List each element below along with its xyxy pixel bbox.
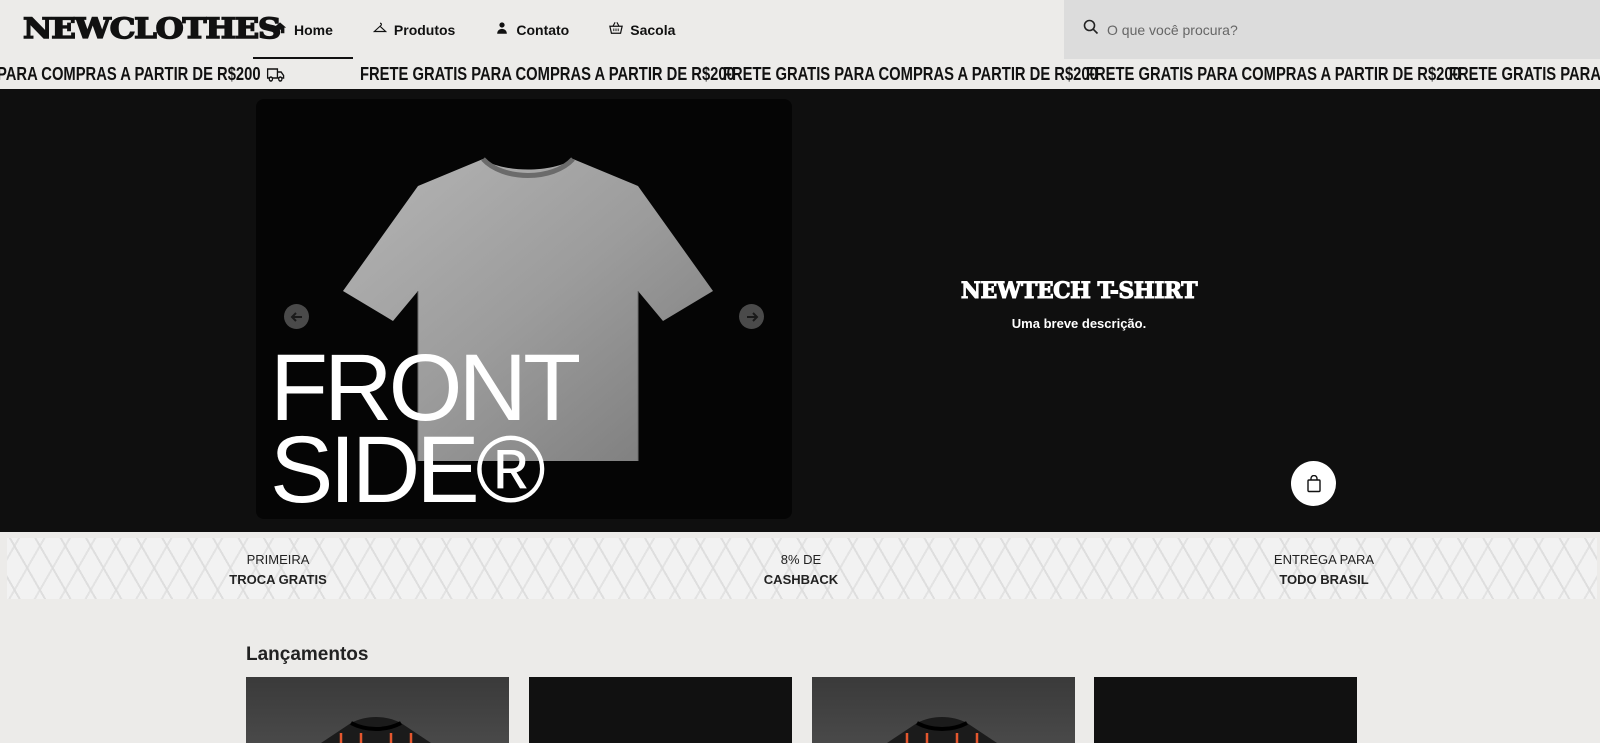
- benefit-line-2: CASHBACK: [763, 572, 839, 587]
- header: NEWCLOTHES Home Produtos Contato Sacola: [0, 0, 1600, 59]
- product-card[interactable]: [529, 677, 792, 743]
- product-card[interactable]: [246, 677, 509, 743]
- benefit-line-1: 8% DE: [780, 552, 822, 567]
- marquee-track: PARA COMPRAS A PARTIR DE R$200 FRETE GRA…: [0, 59, 1600, 89]
- marquee-item: FRETE GRATIS PARA COMPRAS A PARTIR DE R$…: [1086, 64, 1461, 85]
- product-image: [887, 717, 997, 743]
- user-icon: [495, 21, 509, 38]
- add-to-bag-button[interactable]: [1291, 461, 1336, 506]
- arrow-right-icon: [746, 311, 758, 322]
- benefit-line-2: TROCA GRATIS: [229, 572, 327, 587]
- benefit-delivery: ENTREGA PARA TODO BRASIL: [1224, 550, 1424, 590]
- benefit-line-2: TODO BRASIL: [1279, 572, 1369, 587]
- marquee-text: FRETE GRATIS PARA COMPRAS A PARTIR DE R$…: [1449, 63, 1600, 84]
- product-card[interactable]: [1094, 677, 1357, 743]
- product-title: NEWTECH T-SHIRT: [960, 278, 1198, 305]
- search-icon[interactable]: [1083, 19, 1099, 40]
- marquee-text: FRETE GRATIS PARA COMPRAS A PARTIR DE R$…: [360, 63, 735, 84]
- logo[interactable]: NEWCLOTHES: [22, 11, 282, 46]
- nav-item-sacola[interactable]: Sacola: [589, 0, 695, 59]
- image-caption: FRONT SIDE®: [270, 341, 581, 519]
- marquee-item: PARA COMPRAS A PARTIR DE R$200: [0, 64, 295, 85]
- marquee-text: PARA COMPRAS A PARTIR DE R$200: [0, 63, 261, 84]
- benefit-free-exchange: PRIMEIRA TROCA GRATIS: [178, 550, 378, 590]
- hero-banner: FRONT SIDE® NEWTECH T-SHIRT Uma breve de…: [0, 89, 1600, 532]
- main-nav: Home Produtos Contato Sacola: [253, 0, 695, 59]
- nav-item-produtos[interactable]: Produtos: [353, 0, 475, 59]
- marquee-text: FRETE GRATIS PARA COMPRAS A PARTIR DE R$…: [723, 63, 1098, 84]
- marquee-item: FRETE GRATIS PARA COMPRAS A PARTIR DE R$…: [1449, 64, 1600, 85]
- benefits-strip: PRIMEIRA TROCA GRATIS 8% DE CASHBACK ENT…: [7, 538, 1597, 599]
- product-card[interactable]: [812, 677, 1075, 743]
- search-input[interactable]: [1107, 21, 1507, 38]
- hanger-icon: [372, 21, 388, 38]
- shopping-bag-icon: [1306, 474, 1321, 492]
- nav-item-contato[interactable]: Contato: [475, 0, 589, 59]
- nav-label: Contato: [516, 21, 570, 38]
- product-image: [321, 717, 431, 743]
- marquee-item: FRETE GRATIS PARA COMPRAS A PARTIR DE R$…: [723, 64, 1098, 85]
- nav-label: Home: [294, 21, 333, 38]
- nav-label: Sacola: [630, 21, 676, 38]
- arrow-left-icon: [290, 311, 302, 322]
- benefit-line-1: PRIMEIRA: [246, 552, 310, 567]
- marquee-item: FRETE GRATIS PARA COMPRAS A PARTIR DE R$…: [360, 64, 735, 85]
- search-bar: [1064, 0, 1600, 59]
- basket-icon: [609, 21, 624, 38]
- carousel-prev-button[interactable]: [284, 304, 309, 329]
- shipping-marquee: PARA COMPRAS A PARTIR DE R$200 FRETE GRA…: [0, 59, 1600, 89]
- marquee-text: FRETE GRATIS PARA COMPRAS A PARTIR DE R$…: [1086, 63, 1461, 84]
- product-carousel: FRONT SIDE®: [256, 99, 792, 519]
- launches-title: Lançamentos: [246, 644, 369, 665]
- benefit-cashback: 8% DE CASHBACK: [701, 550, 901, 590]
- nav-label: Produtos: [393, 21, 456, 38]
- home-icon: [273, 21, 287, 38]
- benefit-line-1: ENTREGA PARA: [1273, 552, 1375, 567]
- carousel-next-button[interactable]: [739, 304, 764, 329]
- nav-item-home[interactable]: Home: [253, 0, 353, 59]
- truck-icon: [267, 68, 285, 82]
- product-description: Uma breve descrição.: [1011, 316, 1147, 331]
- caption-line-2: SIDE®: [270, 417, 546, 519]
